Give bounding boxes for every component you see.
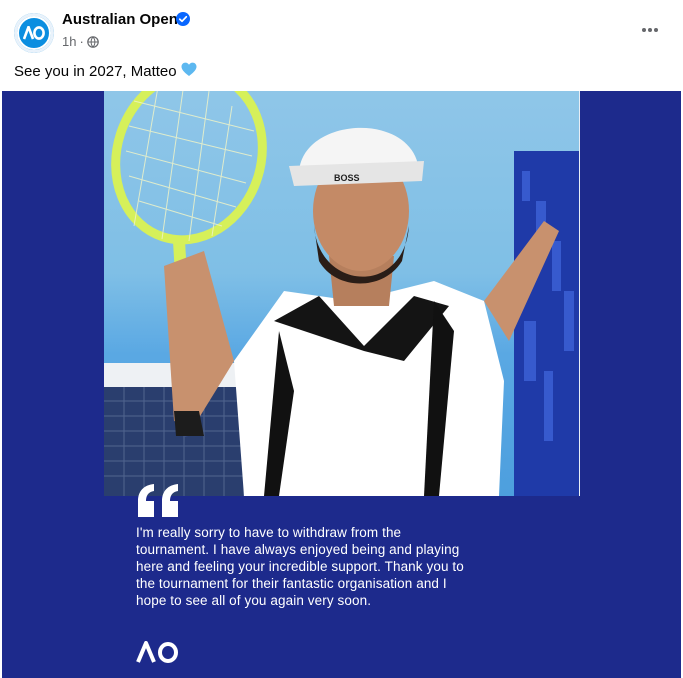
ao-logo-icon: [17, 16, 51, 50]
page-avatar[interactable]: [14, 13, 54, 53]
ao-footer-logo: [136, 639, 180, 670]
blue-heart-icon: [181, 62, 197, 81]
post-header: Australian Open 1h ·: [0, 0, 683, 60]
verified-badge-icon: [176, 12, 190, 26]
withdrawal-quote: I'm really sorry to have to withdraw fro…: [136, 525, 464, 608]
page-name[interactable]: Australian Open: [62, 11, 178, 28]
cap-brand: BOSS: [334, 173, 360, 183]
caption-text: See you in 2027, Matteo: [14, 63, 177, 80]
post-image[interactable]: BOSS I'm really sorry to have to withdra…: [2, 91, 681, 678]
facebook-post: Australian Open 1h · See you in 2027, Ma…: [0, 0, 683, 678]
player-photo: BOSS: [104, 91, 579, 496]
post-time[interactable]: 1h: [62, 34, 76, 49]
post-caption: See you in 2027, Matteo: [14, 62, 197, 81]
more-options-button[interactable]: [632, 16, 668, 44]
globe-icon[interactable]: [87, 35, 99, 48]
quote-mark-icon: [138, 484, 178, 517]
more-options-icon: [642, 28, 658, 32]
meta-separator: ·: [79, 34, 84, 49]
post-meta: 1h ·: [62, 34, 99, 49]
